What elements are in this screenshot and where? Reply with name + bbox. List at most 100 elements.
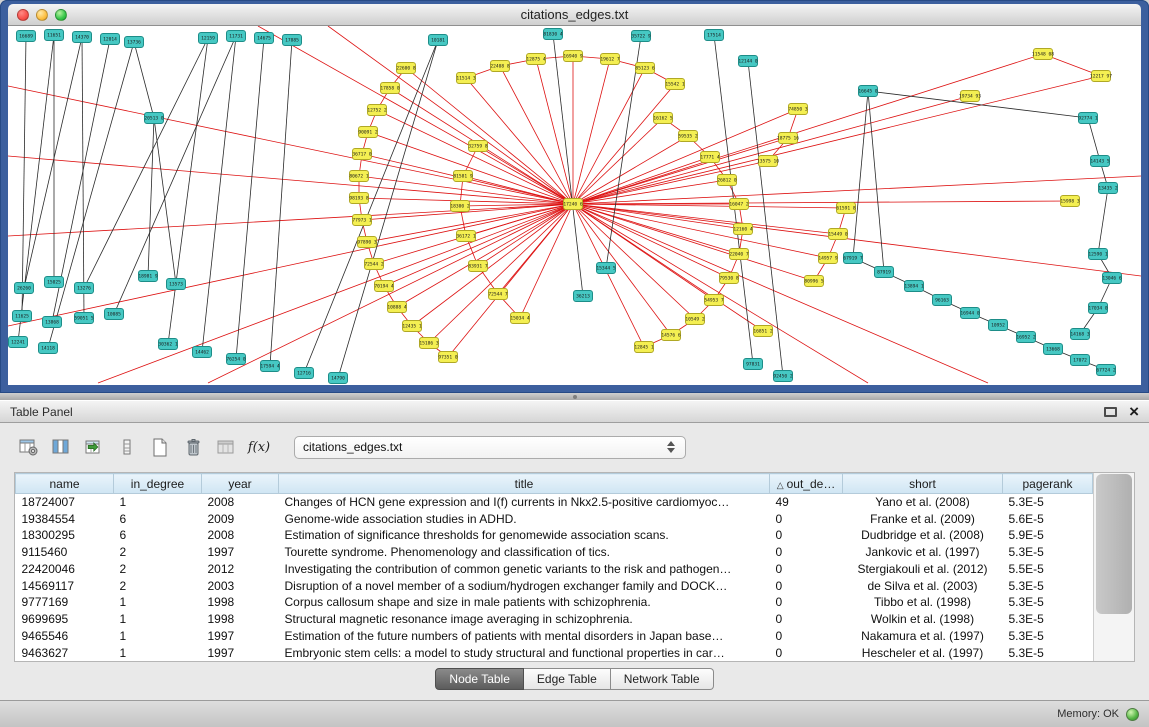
citation-edge[interactable] [573,204,846,208]
citation-edge[interactable] [573,204,739,254]
cell-in_degree[interactable]: 6 [114,510,202,527]
paper-node[interactable]: 10549 2 [685,314,705,325]
paper-node[interactable]: 12875 4 [526,54,546,65]
paper-node[interactable]: 54953 7 [704,295,724,306]
paper-node[interactable]: 14957 9 [818,253,838,264]
paper-node[interactable]: 11548 08 [1032,49,1054,60]
cell-pagerank[interactable]: 5.9E-5 [1003,527,1093,544]
citation-edge[interactable] [24,37,82,288]
citation-edge[interactable] [853,91,868,258]
paper-node[interactable]: 98193 8 [349,193,369,204]
paper-node[interactable]: 92774 1 [1078,113,1098,124]
cell-year[interactable]: 1998 [202,611,279,628]
tab-edge-table[interactable]: Edge Table [524,668,611,690]
paper-node[interactable]: 13736 [125,37,144,48]
paper-node[interactable]: 22040 7 [729,249,749,260]
paper-node[interactable]: 12159 [199,33,218,44]
cell-name[interactable]: 9777169 [16,594,114,611]
cell-out_de[interactable]: 49 [770,494,843,511]
paper-node[interactable]: 72544 7 [488,289,508,300]
paper-node[interactable]: 13435 2 [1098,183,1118,194]
cell-name[interactable]: 18300295 [16,527,114,544]
cell-out_de[interactable]: 0 [770,594,843,611]
table-scrollbar[interactable] [1093,473,1134,661]
paper-node[interactable]: 17514 [705,30,724,41]
delete-table-icon[interactable] [179,433,207,461]
cell-short[interactable]: Stergiakouli et al. (2012) [843,561,1003,578]
tab-node-table[interactable]: Node Table [435,668,524,690]
cell-title[interactable]: Genome-wide association studies in ADHD. [279,510,770,527]
citation-edge[interactable] [236,38,264,359]
paper-node[interactable]: 17771 4 [700,152,720,163]
column-header-out_de[interactable]: △out_de… [770,474,843,494]
cell-out_de[interactable]: 0 [770,644,843,661]
table-row[interactable]: 2242004622012Investigating the contribut… [16,561,1093,578]
citation-edge[interactable] [270,40,292,366]
paper-node[interactable]: 18775 16 [777,133,799,144]
zoom-window-icon[interactable] [55,9,67,21]
paper-node[interactable]: 13046 6 [1102,273,1122,284]
column-header-short[interactable]: short [843,474,1003,494]
paper-node[interactable]: 22408 8 [490,61,510,72]
cell-in_degree[interactable]: 1 [114,628,202,645]
paper-node[interactable]: 17858 0 [380,83,400,94]
column-header-year[interactable]: year [202,474,279,494]
paper-node[interactable]: 76254 0 [226,354,246,365]
column-header-name[interactable]: name [16,474,114,494]
paper-node[interactable]: 72544 2 [364,259,384,270]
paper-node[interactable]: 17034 0 [1088,303,1108,314]
paper-node[interactable]: 12716 [295,368,314,379]
citation-edge[interactable] [573,161,768,204]
cell-pagerank[interactable]: 5.5E-5 [1003,561,1093,578]
cell-name[interactable]: 14569117 [16,577,114,594]
cell-pagerank[interactable]: 5.3E-5 [1003,644,1093,661]
cell-year[interactable]: 1998 [202,594,279,611]
float-panel-icon[interactable] [1104,407,1117,417]
cell-name[interactable]: 9115460 [16,544,114,561]
cell-in_degree[interactable]: 6 [114,527,202,544]
paper-node[interactable]: 67724 2 [1096,365,1116,376]
paper-node[interactable]: 14143 5 [1090,156,1110,167]
cell-name[interactable]: 9699695 [16,611,114,628]
citation-edge[interactable] [573,204,838,234]
paper-node[interactable]: 12241 [9,337,28,348]
citation-edge[interactable] [168,38,208,344]
citation-edge[interactable] [868,91,884,272]
cell-out_de[interactable]: 0 [770,611,843,628]
citation-edge[interactable] [573,204,671,335]
citation-edge[interactable] [573,96,970,204]
paper-node[interactable]: 16952 2 [1016,332,1036,343]
paper-node[interactable]: 59051 5 [74,313,94,324]
paper-node[interactable]: 15998 3 [1060,196,1080,207]
minimize-window-icon[interactable] [36,9,48,21]
cell-year[interactable]: 1997 [202,628,279,645]
citation-edge[interactable] [397,204,573,307]
paper-node[interactable]: 83931 7 [468,261,488,272]
paper-node[interactable]: 18981 9 [138,271,158,282]
cell-out_de[interactable]: 0 [770,544,843,561]
table-row[interactable]: 946362711997Embryonic stem cells: a mode… [16,644,1093,661]
paper-node[interactable]: 90091 2 [358,127,378,138]
paper-node[interactable]: 85123 6 [635,63,655,74]
paper-node[interactable]: 16645 0 [858,86,878,97]
citation-edge[interactable] [573,68,645,204]
paper-node[interactable]: 17594 4 [260,361,280,372]
paper-node[interactable]: 19612 7 [600,54,620,65]
cell-title[interactable]: Investigating the contribution of common… [279,561,770,578]
cell-name[interactable]: 18724007 [16,494,114,511]
paper-node[interactable]: 74850 3 [788,104,808,115]
cell-short[interactable]: Hescheler et al. (1997) [843,644,1003,661]
delete-column-icon[interactable] [212,433,240,461]
paper-node[interactable]: 80996 5 [804,276,824,287]
paper-node[interactable]: 79530 8 [719,273,739,284]
cell-short[interactable]: Nakamura et al. (1997) [843,628,1003,645]
citation-edge[interactable] [573,138,788,204]
cell-in_degree[interactable]: 1 [114,644,202,661]
cell-in_degree[interactable]: 1 [114,611,202,628]
cell-out_de[interactable]: 0 [770,510,843,527]
paper-node[interactable]: 16162 5 [653,113,673,124]
function-builder-icon[interactable]: f(x) [245,433,273,461]
cell-title[interactable]: Structural magnetic resonance image aver… [279,611,770,628]
cell-short[interactable]: Yano et al. (2008) [843,494,1003,511]
cell-year[interactable]: 2003 [202,577,279,594]
